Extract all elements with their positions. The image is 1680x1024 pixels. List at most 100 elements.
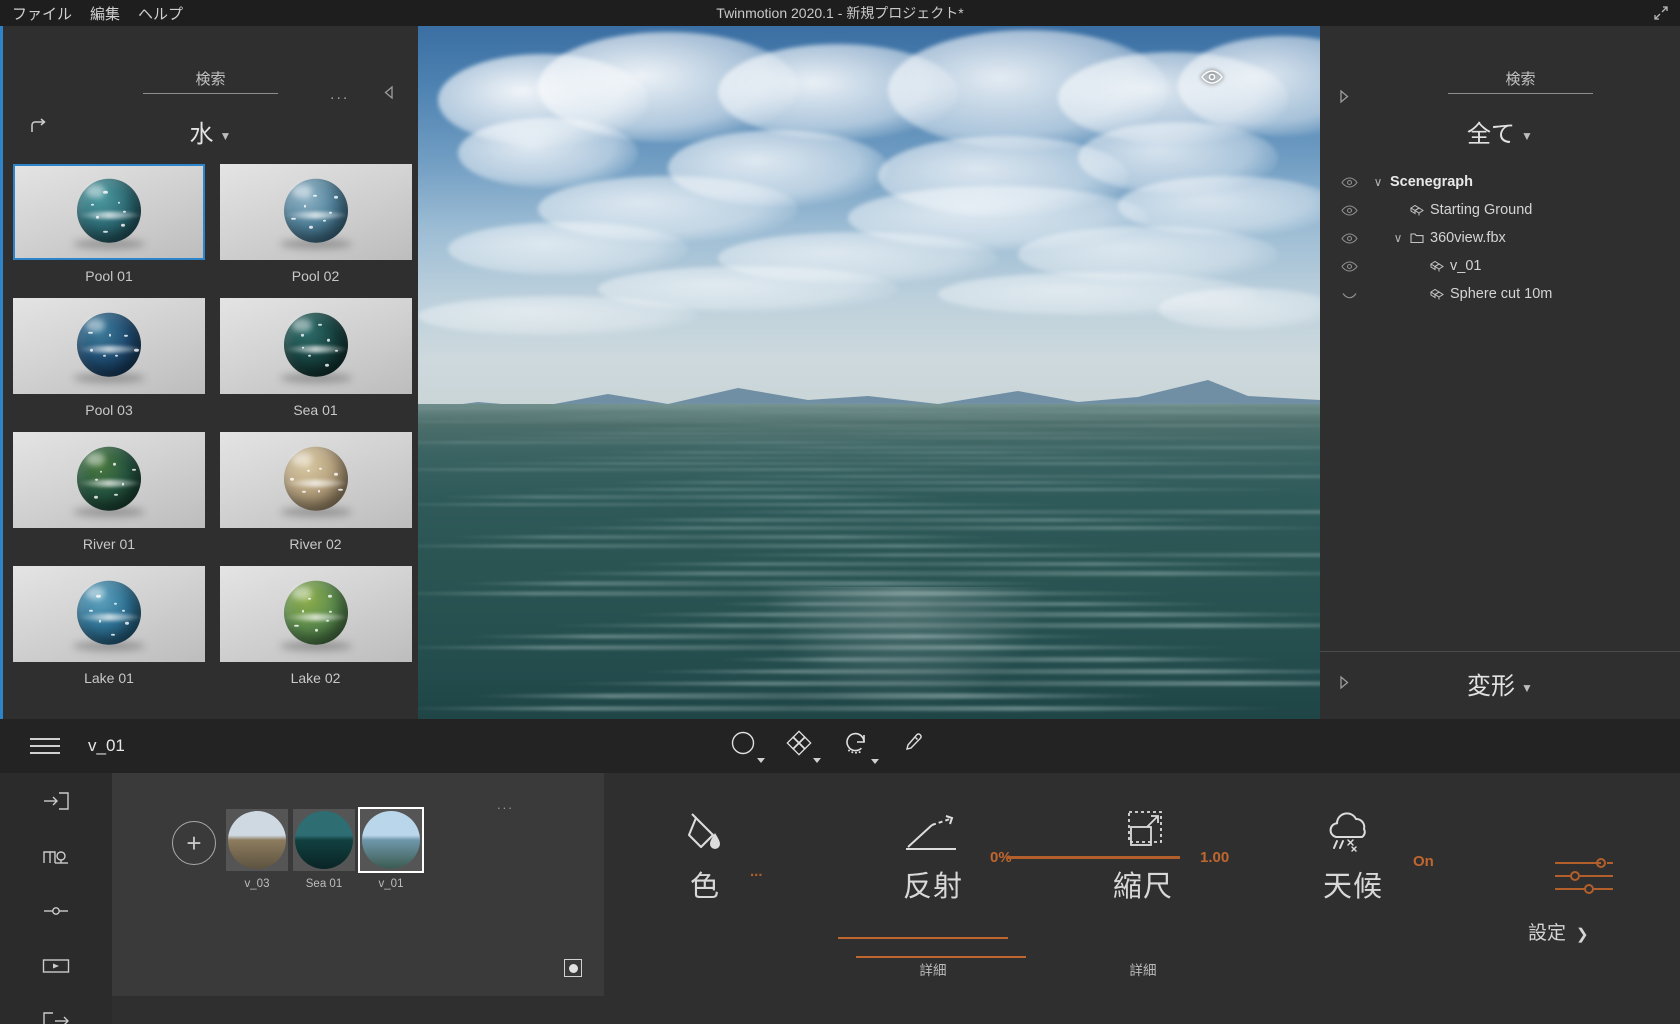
media-thumbnail[interactable] (358, 807, 424, 873)
property-scale-detail[interactable]: 詳細 (1048, 959, 1238, 979)
property-reflection-slider[interactable] (838, 937, 1008, 939)
library-more-button[interactable]: ... (330, 86, 349, 104)
media-thumbnail[interactable] (293, 809, 355, 871)
material-thumbnail[interactable] (219, 164, 412, 260)
wave-crest (607, 518, 1248, 522)
waterline-band (78, 211, 140, 219)
menu-file[interactable]: ファイル (12, 3, 72, 24)
transform-dropdown[interactable]: 変形 ▼ (1320, 666, 1680, 701)
media-strip-more[interactable]: ... (497, 797, 514, 812)
material-item[interactable]: Sea 01 (219, 298, 412, 432)
scene-tree-row[interactable]: Starting Ground (1320, 196, 1680, 224)
material-thumbnail[interactable] (219, 566, 412, 662)
media-item[interactable]: v_01 (358, 807, 424, 890)
wave-crest (499, 432, 1212, 435)
title-bar: ファイル 編集 ヘルプ Twinmotion 2020.1 - 新規プロジェクト… (0, 0, 1680, 26)
media-thumbnail[interactable] (226, 809, 288, 871)
property-color[interactable]: 色 ... (610, 801, 800, 905)
wave-crest (589, 451, 1140, 454)
scene-tree-row[interactable]: Sphere cut 10m (1320, 280, 1680, 308)
menu-help[interactable]: ヘルプ (138, 3, 183, 24)
settings-label: 設定 (1528, 923, 1567, 944)
material-item[interactable]: Pool 02 (219, 164, 412, 298)
eye-visible-icon[interactable] (1201, 70, 1223, 89)
media-item[interactable]: v_03 (226, 809, 288, 890)
import-icon[interactable] (42, 787, 70, 820)
menu-bar: ファイル 編集 ヘルプ (0, 3, 183, 24)
foam-speck (103, 230, 108, 233)
hamburger-icon[interactable] (30, 738, 60, 754)
scenegraph-filter-dropdown[interactable]: 全て ▼ (1320, 114, 1680, 149)
scene-tree-row[interactable]: v_01 (1320, 252, 1680, 280)
eye-visible-icon[interactable] (1332, 176, 1366, 188)
material-item[interactable]: Pool 01 (13, 164, 205, 298)
material-label: Lake 02 (290, 670, 341, 686)
material-sphere (283, 178, 348, 243)
rotate-icon[interactable] (842, 729, 879, 764)
scene-tree-row[interactable]: ∨ Scenegraph (1320, 168, 1680, 196)
library-category-dropdown[interactable]: 水 ▼ (3, 114, 418, 149)
scene-tree-row[interactable]: ∨ 360view.fbx (1320, 224, 1680, 252)
expand-icon[interactable] (1652, 4, 1670, 22)
chevron-down-icon: ▼ (219, 128, 232, 143)
material-grid: Pool 01 Pool 02 Pool 03 Sea 01 River 01 River… (13, 164, 413, 700)
material-thumbnail[interactable] (13, 566, 205, 662)
foam-speck (313, 194, 317, 197)
foam-speck (324, 364, 330, 368)
3d-viewport[interactable] (418, 26, 1320, 719)
material-thumbnail[interactable] (13, 298, 205, 394)
sliders-icon[interactable] (1553, 855, 1615, 902)
scenegraph-search-input[interactable]: 検索 (1448, 68, 1593, 94)
cloud (448, 222, 688, 276)
material-thumbnail[interactable] (219, 432, 412, 528)
export-icon[interactable] (42, 1007, 70, 1024)
material-sphere (283, 446, 348, 511)
mesh-icon (1430, 260, 1444, 273)
chevron-down-icon[interactable]: ∨ (1366, 175, 1390, 189)
eyedropper-icon[interactable] (900, 731, 924, 760)
settings-button[interactable]: 設定 ❯ (1528, 918, 1589, 945)
material-item[interactable]: Lake 01 (13, 566, 205, 700)
property-reflection-detail[interactable]: 詳細 (838, 959, 1028, 979)
uv-projection-icon[interactable] (786, 730, 821, 763)
library-header: 検索 ... 水 ▼ (3, 26, 418, 148)
menu-edit[interactable]: 編集 (90, 3, 120, 24)
material-thumbnail[interactable] (219, 298, 412, 394)
dock-sidebar (0, 773, 112, 1024)
select-circle-icon[interactable] (730, 730, 765, 763)
material-thumbnail[interactable] (13, 432, 205, 528)
settings-slider-icon[interactable] (42, 897, 70, 930)
foam-speck (338, 488, 343, 491)
library-search-input[interactable]: 検索 (143, 68, 278, 94)
media-item[interactable]: Sea 01 (293, 809, 355, 890)
property-weather[interactable]: 天候 On (1258, 801, 1448, 905)
eye-hidden-icon[interactable] (1332, 289, 1366, 300)
eye-visible-icon[interactable] (1332, 232, 1366, 244)
terrain-icon[interactable] (42, 842, 70, 875)
expand-right-icon[interactable] (1335, 88, 1352, 110)
property-color-extra[interactable]: ... (750, 863, 763, 880)
material-item[interactable]: Lake 02 (219, 566, 412, 700)
material-thumbnail[interactable] (13, 164, 205, 260)
property-reflection-label: 反射 (902, 871, 963, 903)
cloud (418, 296, 698, 336)
property-scale-slider[interactable] (1008, 856, 1180, 859)
foam-speck (317, 489, 321, 493)
foam-speck (309, 225, 313, 229)
foam-speck (303, 204, 307, 208)
chevron-down-icon[interactable]: ∨ (1386, 231, 1410, 245)
property-reflection[interactable]: 反射 0% 詳細 (838, 801, 1028, 978)
eye-visible-icon[interactable] (1332, 260, 1366, 272)
material-item[interactable]: River 01 (13, 432, 205, 566)
foam-speck (314, 628, 319, 632)
material-label: Lake 01 (84, 670, 134, 686)
add-media-button[interactable]: + (172, 821, 216, 865)
media-icon[interactable] (41, 952, 71, 985)
collapse-left-icon[interactable] (381, 84, 398, 106)
property-scale[interactable]: 縮尺 1.00 詳細 (1008, 801, 1238, 978)
material-item[interactable]: Pool 03 (13, 298, 205, 432)
panorama-preview (228, 811, 286, 869)
material-item[interactable]: River 02 (219, 432, 412, 566)
media-view-toggle[interactable] (564, 959, 582, 977)
eye-visible-icon[interactable] (1332, 204, 1366, 216)
